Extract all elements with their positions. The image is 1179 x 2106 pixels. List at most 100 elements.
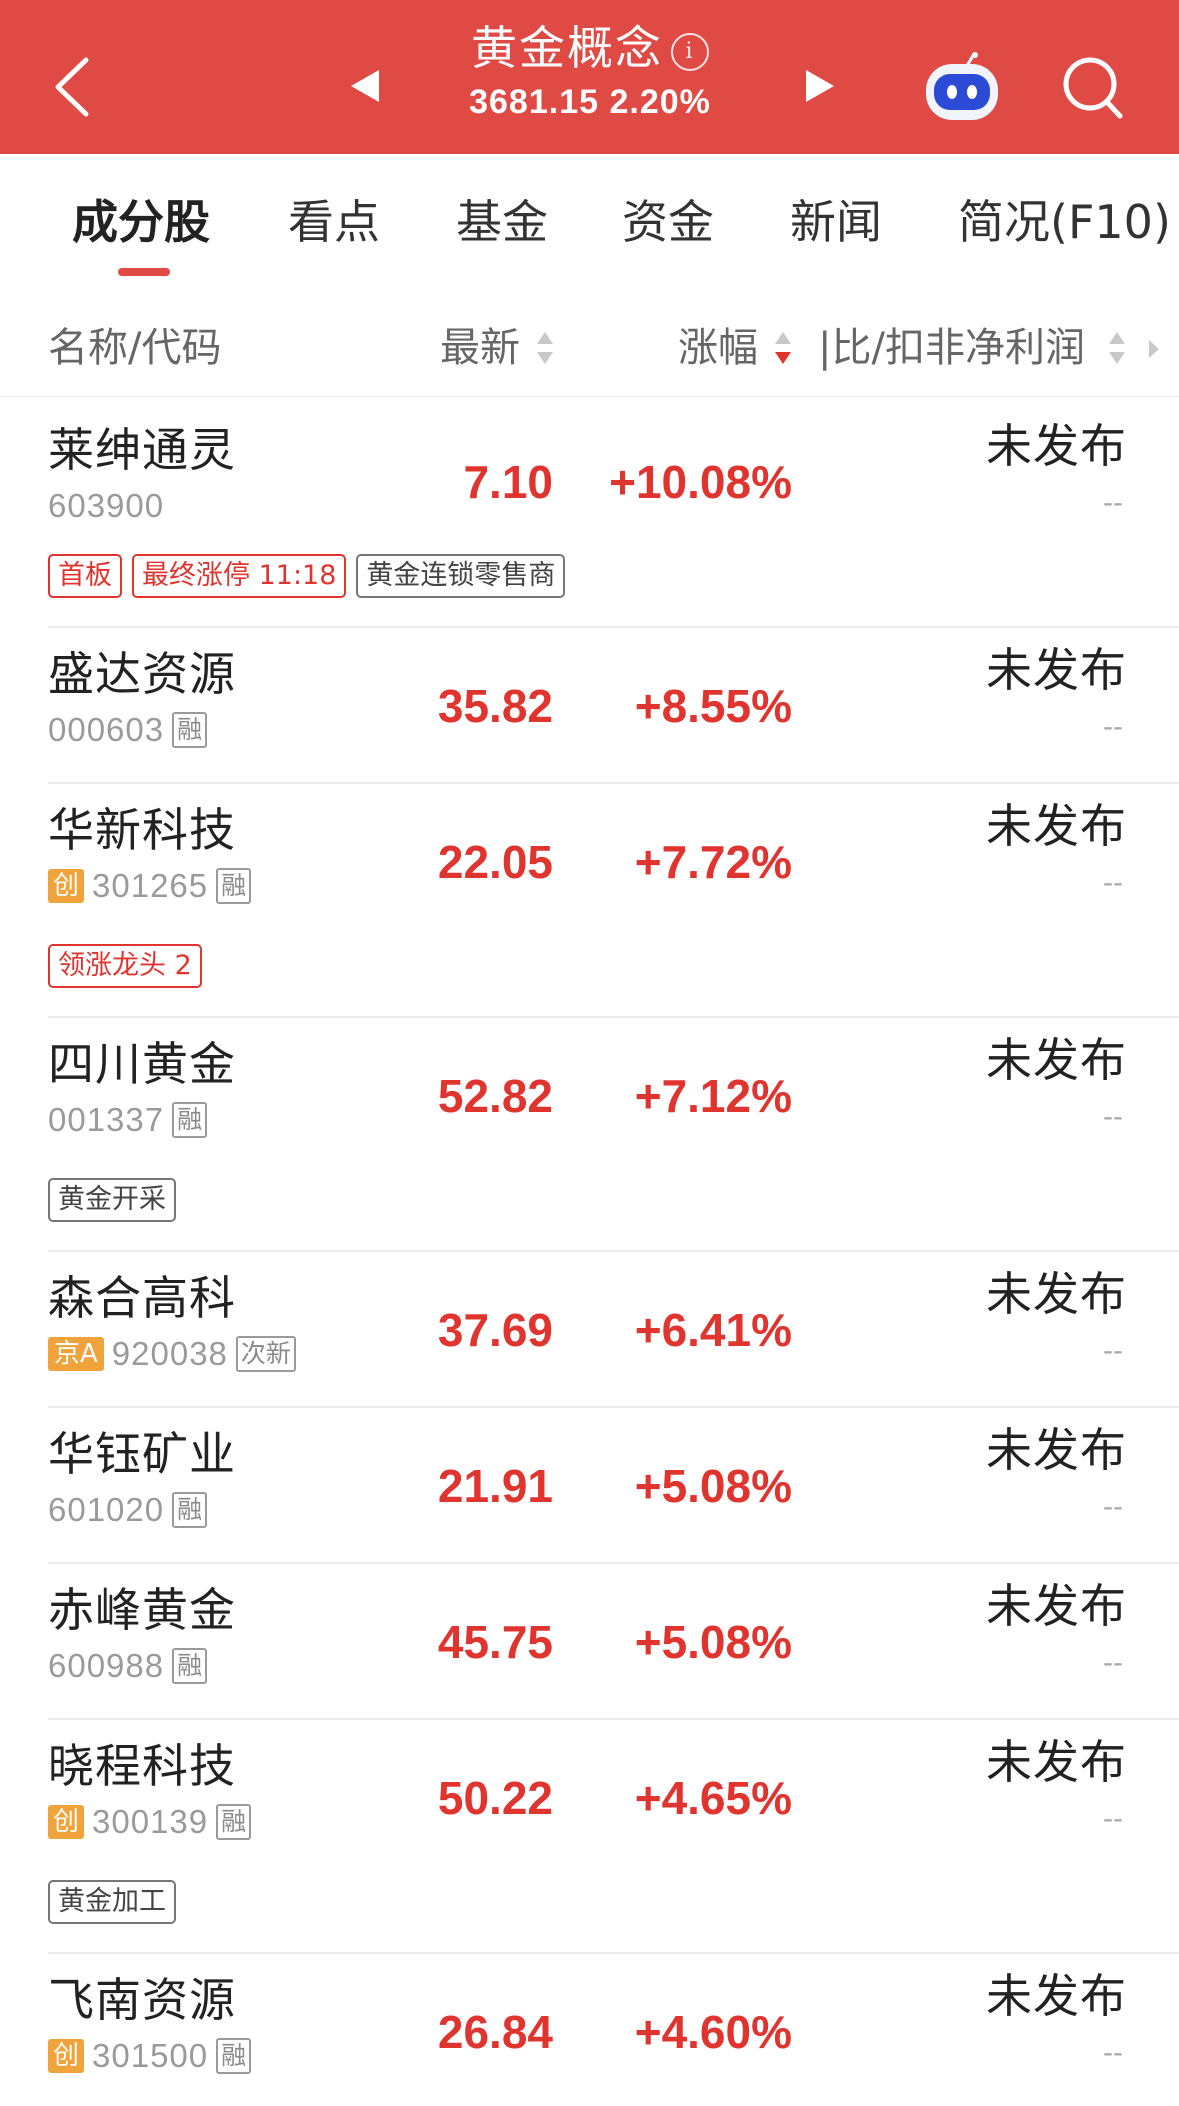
margin-trading-badge: 融 [172,712,208,748]
column-profit[interactable]: |比/扣非净利润 [818,322,1085,374]
back-arrow-icon[interactable] [48,52,98,122]
tab-components[interactable]: 成分股 [72,192,210,252]
tab-news[interactable]: 新闻 [790,192,882,252]
stock-change: +8.55% [634,680,792,732]
stock-change: +6.41% [634,1304,792,1356]
margin-trading-badge: 融 [172,1648,208,1684]
stock-code-line: 601020 融 [48,1490,208,1530]
stock-price: 50.22 [437,1772,553,1824]
robot-assistant-icon[interactable] [922,52,1002,124]
tag-leading-stock[interactable]: 领涨龙头 2 [48,944,202,988]
tag-industry[interactable]: 黄金加工 [48,1880,176,1924]
page-title: 黄金概念 i [390,18,790,78]
stock-price: 37.69 [437,1304,553,1356]
profit-sub-value: -- [1103,866,1123,899]
stock-name: 四川黄金 [48,1037,236,1091]
tag-industry[interactable]: 黄金开采 [48,1178,176,1222]
tab-overview-f10[interactable]: 简况(F10) [958,192,1171,252]
stock-code: 000603 [48,711,165,748]
stock-code-line: 创 301265 融 [48,866,252,906]
stock-row[interactable]: 晓程科技 创 300139 融 50.22 +4.65% 未发布 -- 黄金加工 [0,1720,1179,1954]
stock-code-line: 创 300139 融 [48,1802,252,1842]
tag-limit-up-time[interactable]: 最终涨停 11:18 [132,554,347,598]
tag-industry[interactable]: 黄金连锁零售商 [356,554,566,598]
scroll-right-icon[interactable] [1147,338,1161,360]
profit-sub-value: -- [1103,1334,1123,1367]
stock-price: 26.84 [437,2006,553,2058]
stock-tags: 黄金开采 [48,1178,176,1222]
margin-trading-badge: 融 [172,1102,208,1138]
beijing-exchange-badge: 京A [48,1337,104,1371]
profit-sub-value: -- [1103,1100,1123,1133]
stock-code: 600988 [48,1647,165,1684]
stock-price: 45.75 [437,1616,553,1668]
stock-tags: 首板 最终涨停 11:18 黄金连锁零售商 [48,554,566,598]
stock-code-line: 创 301500 融 [48,2036,252,2076]
sort-latest-icon[interactable] [534,328,556,368]
profit-status: 未发布 [986,1969,1127,2023]
profit-status: 未发布 [986,1033,1127,1087]
profit-sub-value: -- [1103,710,1123,743]
stock-code-line: 001337 融 [48,1100,208,1140]
profit-sub-value: -- [1103,1646,1123,1679]
margin-trading-badge: 融 [216,2038,252,2074]
tab-highlights[interactable]: 看点 [288,192,380,252]
stock-row[interactable]: 四川黄金 001337 融 52.82 +7.12% 未发布 -- 黄金开采 [0,1018,1179,1252]
profit-sub-value: -- [1103,486,1123,519]
stock-row[interactable]: 赤峰黄金 600988 融 45.75 +5.08% 未发布 -- [0,1564,1179,1720]
stock-code: 001337 [48,1101,165,1138]
stock-row[interactable]: 华新科技 创 301265 融 22.05 +7.72% 未发布 -- 领涨龙头… [0,784,1179,1018]
stock-row[interactable]: 盛达资源 000603 融 35.82 +8.55% 未发布 -- [0,628,1179,784]
stock-change: +7.72% [634,836,792,888]
next-concept-icon[interactable] [800,66,840,106]
column-change[interactable]: 涨幅 [678,322,758,374]
stock-code: 920038 [111,1335,228,1372]
sort-change-desc-icon[interactable] [772,328,794,368]
header-title-block: 黄金概念 i 3681.15 2.20% [390,18,790,124]
sub-new-badge: 次新 [235,1336,296,1372]
index-value: 3681.15 2.20% [469,83,711,121]
info-icon[interactable]: i [671,33,709,71]
stock-code: 601020 [48,1491,165,1528]
profit-sub-value: -- [1103,1490,1123,1523]
stock-price: 7.10 [463,456,553,508]
column-name-code: 名称/代码 [48,325,222,371]
chinext-badge: 创 [48,869,85,903]
chinext-badge: 创 [48,2039,85,2073]
stock-row[interactable]: 森合高科 京A 920038 次新 37.69 +6.41% 未发布 -- [0,1252,1179,1408]
sort-profit-icon[interactable] [1106,328,1128,368]
stock-code-line: 京A 920038 次新 [48,1334,296,1374]
stock-change: +5.08% [634,1460,792,1512]
profit-sub-value: -- [1103,1802,1123,1835]
column-profit-label: 比/扣非净利润 [831,325,1085,371]
profit-status: 未发布 [986,419,1127,473]
stock-price: 35.82 [437,680,553,732]
stock-row[interactable]: 华钰矿业 601020 融 21.91 +5.08% 未发布 -- [0,1408,1179,1564]
search-icon[interactable] [1060,54,1126,124]
stock-name: 赤峰黄金 [48,1583,236,1637]
column-header: 名称/代码 最新 涨幅 |比/扣非净利润 [0,300,1179,397]
stock-row[interactable]: 莱绅通灵 603900 7.10 +10.08% 未发布 -- 首板 最终涨停 … [0,404,1179,628]
top-bar: 黄金概念 i 3681.15 2.20% [0,0,1179,154]
profit-status: 未发布 [986,1579,1127,1633]
tag-first-board[interactable]: 首板 [48,554,122,598]
profit-status: 未发布 [986,799,1127,853]
stock-price: 52.82 [437,1070,553,1122]
column-latest[interactable]: 最新 [440,322,520,374]
profit-status: 未发布 [986,643,1127,697]
profit-status: 未发布 [986,1267,1127,1321]
stock-row[interactable]: 飞南资源 创 301500 融 26.84 +4.60% 未发布 -- [0,1954,1179,2106]
stock-name: 华钰矿业 [48,1427,236,1481]
margin-trading-badge: 融 [172,1492,208,1528]
stock-name: 飞南资源 [48,1973,236,2027]
profit-status: 未发布 [986,1423,1127,1477]
tab-capital[interactable]: 资金 [622,192,714,252]
stock-code-line: 603900 [48,486,164,526]
stock-change: +7.12% [634,1070,792,1122]
previous-concept-icon[interactable] [345,66,385,106]
stock-price: 22.05 [437,836,553,888]
stock-name: 华新科技 [48,803,236,857]
active-tab-indicator [118,268,170,276]
stock-price: 21.91 [437,1460,553,1512]
tab-funds[interactable]: 基金 [456,192,548,252]
